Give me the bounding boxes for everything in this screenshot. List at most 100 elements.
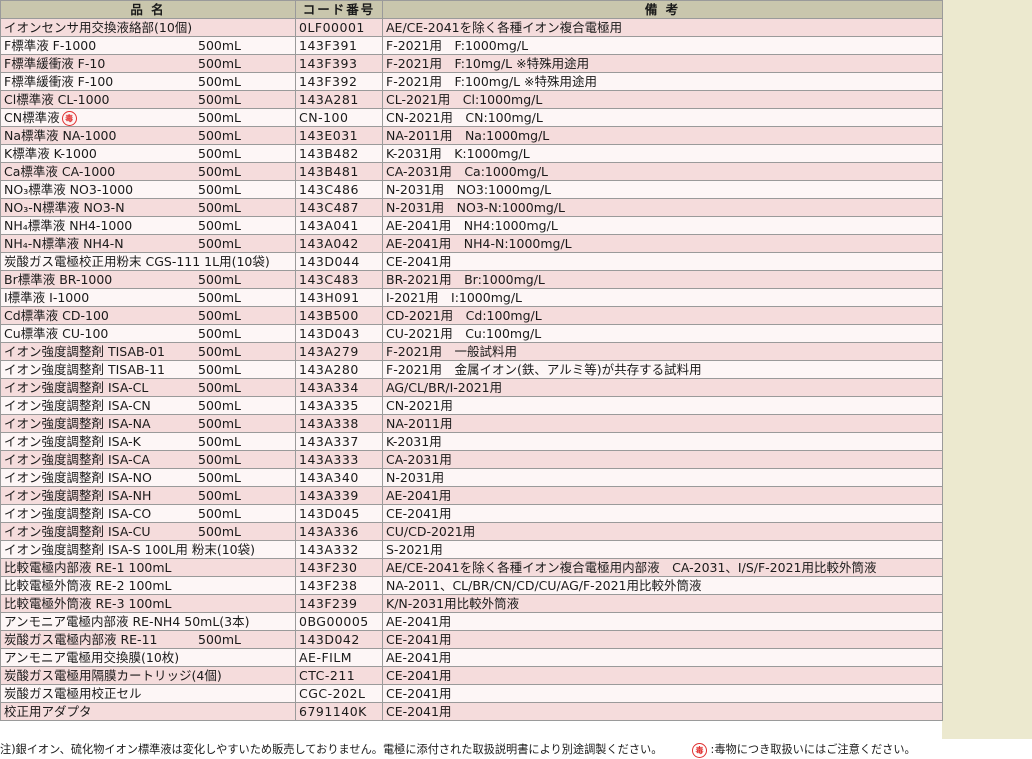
product-code: 143B482	[295, 144, 383, 163]
product-name-cell: イオン強度調整剤 ISA-S 100L用 粉末(10袋)	[0, 540, 296, 559]
product-code: 6791140K	[295, 702, 383, 721]
product-name-cell: イオン強度調整剤 TISAB-11 500mL	[0, 360, 296, 379]
product-note: CL-2021用 Cl:1000mg/L	[382, 90, 943, 109]
product-note: AE-2041用 NH4-N:1000mg/L	[382, 234, 943, 253]
footnote-text: 注)銀イオン、硫化物イオン標準液は変化しやすいため販売しておりません。電極に添付…	[0, 743, 663, 756]
product-volume: 500mL	[198, 488, 241, 503]
table-row: Br標準液 BR-1000 500mL 143C483 BR-2021用 Br:100…	[0, 270, 943, 289]
product-name: イオン強度調整剤 ISA-CA	[4, 452, 150, 467]
product-note: CE-2041用	[382, 666, 943, 685]
product-name: 炭酸ガス電極用校正セル	[4, 686, 142, 701]
table-row: イオン強度調整剤 ISA-NO 500mL 143A340 N-2031用	[0, 468, 943, 487]
product-note: CD-2021用 Cd:100mg/L	[382, 306, 943, 325]
product-name-cell: アンモニア電極用交換膜(10枚)	[0, 648, 296, 667]
product-volume: 500mL	[198, 218, 241, 233]
product-note: NA-2011用 Na:1000mg/L	[382, 126, 943, 145]
product-volume: 500mL	[198, 434, 241, 449]
table-row: イオン強度調整剤 TISAB-01 500mL 143A279 F-2021用 一般試…	[0, 342, 943, 361]
product-name: 炭酸ガス電極校正用粉末 CGS-111 1L用(10袋)	[4, 254, 270, 269]
product-code: 143A336	[295, 522, 383, 541]
product-code: 143A338	[295, 414, 383, 433]
product-name: アンモニア電極内部液 RE-NH4 50mL(3本)	[4, 614, 250, 629]
product-name-cell: NH₄-N標準液 NH4-N 500mL	[0, 234, 296, 253]
product-name: I標準液 I-1000	[4, 290, 90, 305]
product-name: NH₄標準液 NH4-1000	[4, 218, 133, 233]
product-note: CN-2021用 CN:100mg/L	[382, 108, 943, 127]
product-name: イオン強度調整剤 ISA-NO	[4, 470, 152, 485]
product-note: F-2021用 F:1000mg/L	[382, 36, 943, 55]
poison-icon: 毒	[61, 111, 77, 126]
product-volume: 500mL	[198, 380, 241, 395]
product-name-cell: 比較電極外筒液 RE-3 100mL	[0, 594, 296, 613]
product-name: Br標準液 BR-1000	[4, 272, 113, 287]
product-note: S-2021用	[382, 540, 943, 559]
table-row: イオン強度調整剤 ISA-NH 500mL 143A339 AE-2041用	[0, 486, 943, 505]
table-row: F標準緩衝液 F-10 500mL 143F393 F-2021用 F:10mg/L …	[0, 54, 943, 73]
product-name-cell: CN標準液毒 500mL	[0, 108, 296, 127]
product-volume: 500mL	[198, 398, 241, 413]
product-name: イオンセンサ用交換液絡部(10個)	[4, 20, 193, 35]
product-code: 143D045	[295, 504, 383, 523]
product-name: 校正用アダプタ	[4, 704, 92, 719]
product-note: I-2021用 I:1000mg/L	[382, 288, 943, 307]
product-volume: 500mL	[198, 452, 241, 467]
product-name: イオン強度調整剤 ISA-NH	[4, 488, 152, 503]
product-volume: 500mL	[198, 146, 241, 161]
product-code: CN-100	[295, 108, 383, 127]
table-row: イオンセンサ用交換液絡部(10個) 0LF00001 AE/CE-2041を除く各種…	[0, 18, 943, 37]
product-volume: 500mL	[198, 182, 241, 197]
product-name-cell: イオンセンサ用交換液絡部(10個)	[0, 18, 296, 37]
table-row: アンモニア電極内部液 RE-NH4 50mL(3本) 0BG00005 AE-204…	[0, 612, 943, 631]
product-name-cell: Br標準液 BR-1000 500mL	[0, 270, 296, 289]
product-note: K/N-2031用比較外筒液	[382, 594, 943, 613]
product-code: CTC-211	[295, 666, 383, 685]
product-name-cell: NO₃-N標準液 NO3-N 500mL	[0, 198, 296, 217]
product-code: 143F393	[295, 54, 383, 73]
table-row: NH₄-N標準液 NH4-N 500mL 143A042 AE-2041用 NH4-N…	[0, 234, 943, 253]
table-row: 比較電極内部液 RE-1 100mL 143F230 AE/CE-2041を除く各種…	[0, 558, 943, 577]
column-header-note: 備 考	[382, 0, 943, 19]
table-row: K標準液 K-1000 500mL 143B482 K-2031用 K:1000mg/…	[0, 144, 943, 163]
product-volume: 500mL	[198, 470, 241, 485]
product-name: 比較電極外筒液 RE-3 100mL	[4, 596, 172, 611]
table-row: イオン強度調整剤 ISA-CA 500mL 143A333 CA-2031用	[0, 450, 943, 469]
product-name: Ca標準液 CA-1000	[4, 164, 116, 179]
product-code: 143F239	[295, 594, 383, 613]
product-volume: 500mL	[198, 272, 241, 287]
product-name-cell: 炭酸ガス電極内部液 RE-11 500mL	[0, 630, 296, 649]
product-name: F標準緩衝液 F-100	[4, 74, 114, 89]
table-row: 比較電極外筒液 RE-2 100mL 143F238 NA-2011、CL/BR/C…	[0, 576, 943, 595]
product-name: NH₄-N標準液 NH4-N	[4, 236, 124, 251]
product-note: N-2031用	[382, 468, 943, 487]
product-code: 143A041	[295, 216, 383, 235]
product-name-cell: 炭酸ガス電極校正用粉末 CGS-111 1L用(10袋)	[0, 252, 296, 271]
product-name: 炭酸ガス電極内部液 RE-11	[4, 632, 158, 647]
product-note: AE/CE-2041を除く各種イオン複合電極用	[382, 18, 943, 37]
product-note: BR-2021用 Br:1000mg/L	[382, 270, 943, 289]
product-volume: 500mL	[198, 92, 241, 107]
product-note: CE-2041用	[382, 252, 943, 271]
product-name-cell: イオン強度調整剤 ISA-NH 500mL	[0, 486, 296, 505]
product-code: 0LF00001	[295, 18, 383, 37]
product-code: 143H091	[295, 288, 383, 307]
product-name: NO₃-N標準液 NO3-N	[4, 200, 125, 215]
table-row: Cd標準液 CD-100 500mL 143B500 CD-2021用 Cd:100m…	[0, 306, 943, 325]
product-name: イオン強度調整剤 ISA-CL	[4, 380, 149, 395]
product-name: Cl標準液 CL-1000	[4, 92, 110, 107]
product-name: F標準緩衝液 F-10	[4, 56, 106, 71]
product-note: CE-2041用	[382, 702, 943, 721]
product-note: F-2021用 一般試料用	[382, 342, 943, 361]
product-note: CA-2031用	[382, 450, 943, 469]
product-code: 143B481	[295, 162, 383, 181]
product-note: NA-2011、CL/BR/CN/CD/CU/AG/F-2021用比較外筒液	[382, 576, 943, 595]
product-volume: 500mL	[198, 524, 241, 539]
product-name: イオン強度調整剤 TISAB-01	[4, 344, 166, 359]
product-code: 143E031	[295, 126, 383, 145]
product-note: AE-2041用 NH4:1000mg/L	[382, 216, 943, 235]
product-name-cell: I標準液 I-1000 500mL	[0, 288, 296, 307]
product-code: 143B500	[295, 306, 383, 325]
product-name: イオン強度調整剤 ISA-CN	[4, 398, 151, 413]
product-name-cell: NH₄標準液 NH4-1000 500mL	[0, 216, 296, 235]
product-note: NA-2011用	[382, 414, 943, 433]
product-name-cell: F標準緩衝液 F-10 500mL	[0, 54, 296, 73]
